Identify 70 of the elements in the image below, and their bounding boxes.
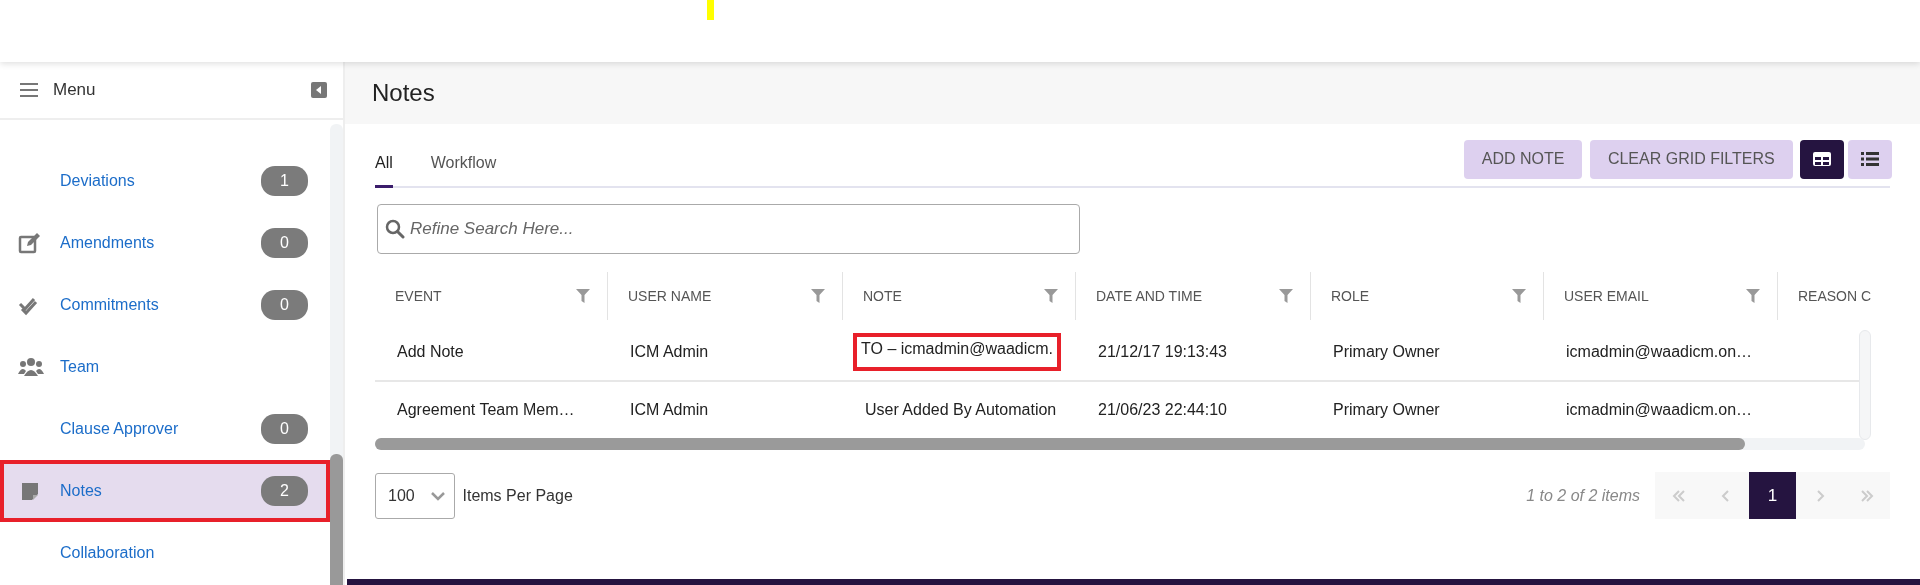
count-badge: 0 <box>261 414 308 444</box>
vertical-scrollbar[interactable] <box>1859 330 1871 440</box>
column-header[interactable]: EVENT <box>375 268 608 324</box>
add-note-button[interactable]: ADD NOTE <box>1463 139 1583 179</box>
collapse-icon[interactable] <box>311 82 327 98</box>
table-cell: User Added By Automation <box>865 401 1057 418</box>
table-cell: 21/06/23 22:44:10 <box>1098 401 1227 418</box>
grid-view-button[interactable] <box>1800 139 1845 179</box>
column-header[interactable]: ROLE <box>1311 268 1544 324</box>
count-badge: 1 <box>261 166 308 196</box>
sidebar-label: Team <box>60 357 101 377</box>
filter-icon[interactable] <box>576 289 590 303</box>
list-view-button[interactable] <box>1848 139 1892 179</box>
table-cell: TO – icmadmin@waadicm. <box>853 333 1061 371</box>
team-icon <box>18 356 44 378</box>
chevron-down-icon <box>430 490 446 501</box>
table-cell: Add Note <box>397 343 464 360</box>
search-icon <box>385 219 405 239</box>
count-badge: 0 <box>261 290 308 320</box>
list-icon <box>1860 151 1880 168</box>
count-badge: 0 <box>261 228 308 258</box>
count-badge: 2 <box>261 476 308 506</box>
double-chevron-icon <box>1671 489 1686 502</box>
table-cell: ICM Admin <box>630 343 709 360</box>
sidebar-label: Notes <box>60 481 103 501</box>
sidebar-item[interactable]: Collaboration <box>0 522 330 584</box>
page-title: Notes <box>372 78 435 108</box>
grid-icon <box>1812 151 1833 168</box>
table-cell: ICM Admin <box>630 401 709 418</box>
table-cell: Primary Owner <box>1333 401 1440 418</box>
column-header[interactable]: REASON C <box>1778 268 1871 324</box>
horizontal-scrollbar[interactable] <box>375 438 1865 450</box>
page-size-select[interactable]: 100 <box>375 472 455 519</box>
table-cell: Primary Owner <box>1333 343 1440 360</box>
sidebar-item[interactable]: Amendments 0 <box>0 212 330 274</box>
sidebar-label: Commitments <box>60 295 160 315</box>
table-cell: icmadmin@waadicm.on… <box>1566 343 1753 360</box>
filter-icon[interactable] <box>1746 289 1760 303</box>
table-cell: 21/12/17 19:13:43 <box>1098 343 1227 360</box>
highlight-mark <box>707 0 714 20</box>
sidebar-item[interactable]: Deviations 1 <box>0 150 330 212</box>
column-header[interactable]: USER EMAIL <box>1544 268 1778 324</box>
table-cell: icmadmin@waadicm.on… <box>1566 401 1753 418</box>
filter-icon[interactable] <box>1044 289 1058 303</box>
double-chevron-icon <box>1859 489 1874 502</box>
pager-summary: 1 to 2 of 2 items <box>1526 485 1640 506</box>
clear-filters-button[interactable]: CLEAR GRID FILTERS <box>1589 139 1793 179</box>
menu-icon[interactable] <box>20 83 38 97</box>
tab[interactable]: Workflow <box>430 137 497 188</box>
table-cell: Agreement Team Mem… <box>397 401 575 418</box>
filter-icon[interactable] <box>811 289 825 303</box>
menu-title: Menu <box>53 79 97 102</box>
sidebar-label: Amendments <box>60 233 156 253</box>
sidebar-item[interactable]: Notes 2 <box>0 460 330 522</box>
page-size-label: Items Per Page <box>462 485 573 506</box>
sidebar-label: Clause Approver <box>60 419 180 439</box>
column-header[interactable]: DATE AND TIME <box>1076 268 1311 324</box>
column-header[interactable]: USER NAME <box>608 268 843 324</box>
page-size-value: 100 <box>388 485 415 506</box>
tab[interactable]: All <box>375 137 393 188</box>
page-button[interactable]: 1 <box>1749 472 1796 519</box>
column-header[interactable]: NOTE <box>843 268 1076 324</box>
sidebar-item[interactable]: Clause Approver 0 <box>0 398 330 460</box>
search-field[interactable]: Refine Search Here... <box>377 204 1080 254</box>
filter-icon[interactable] <box>1512 289 1526 303</box>
sidebar-label: Collaboration <box>60 543 156 563</box>
sidebar-label: Deviations <box>60 171 136 191</box>
filter-icon[interactable] <box>1279 289 1293 303</box>
sidebar-item[interactable]: Commitments 0 <box>0 274 330 336</box>
sidebar-item[interactable]: Team <box>0 336 330 398</box>
